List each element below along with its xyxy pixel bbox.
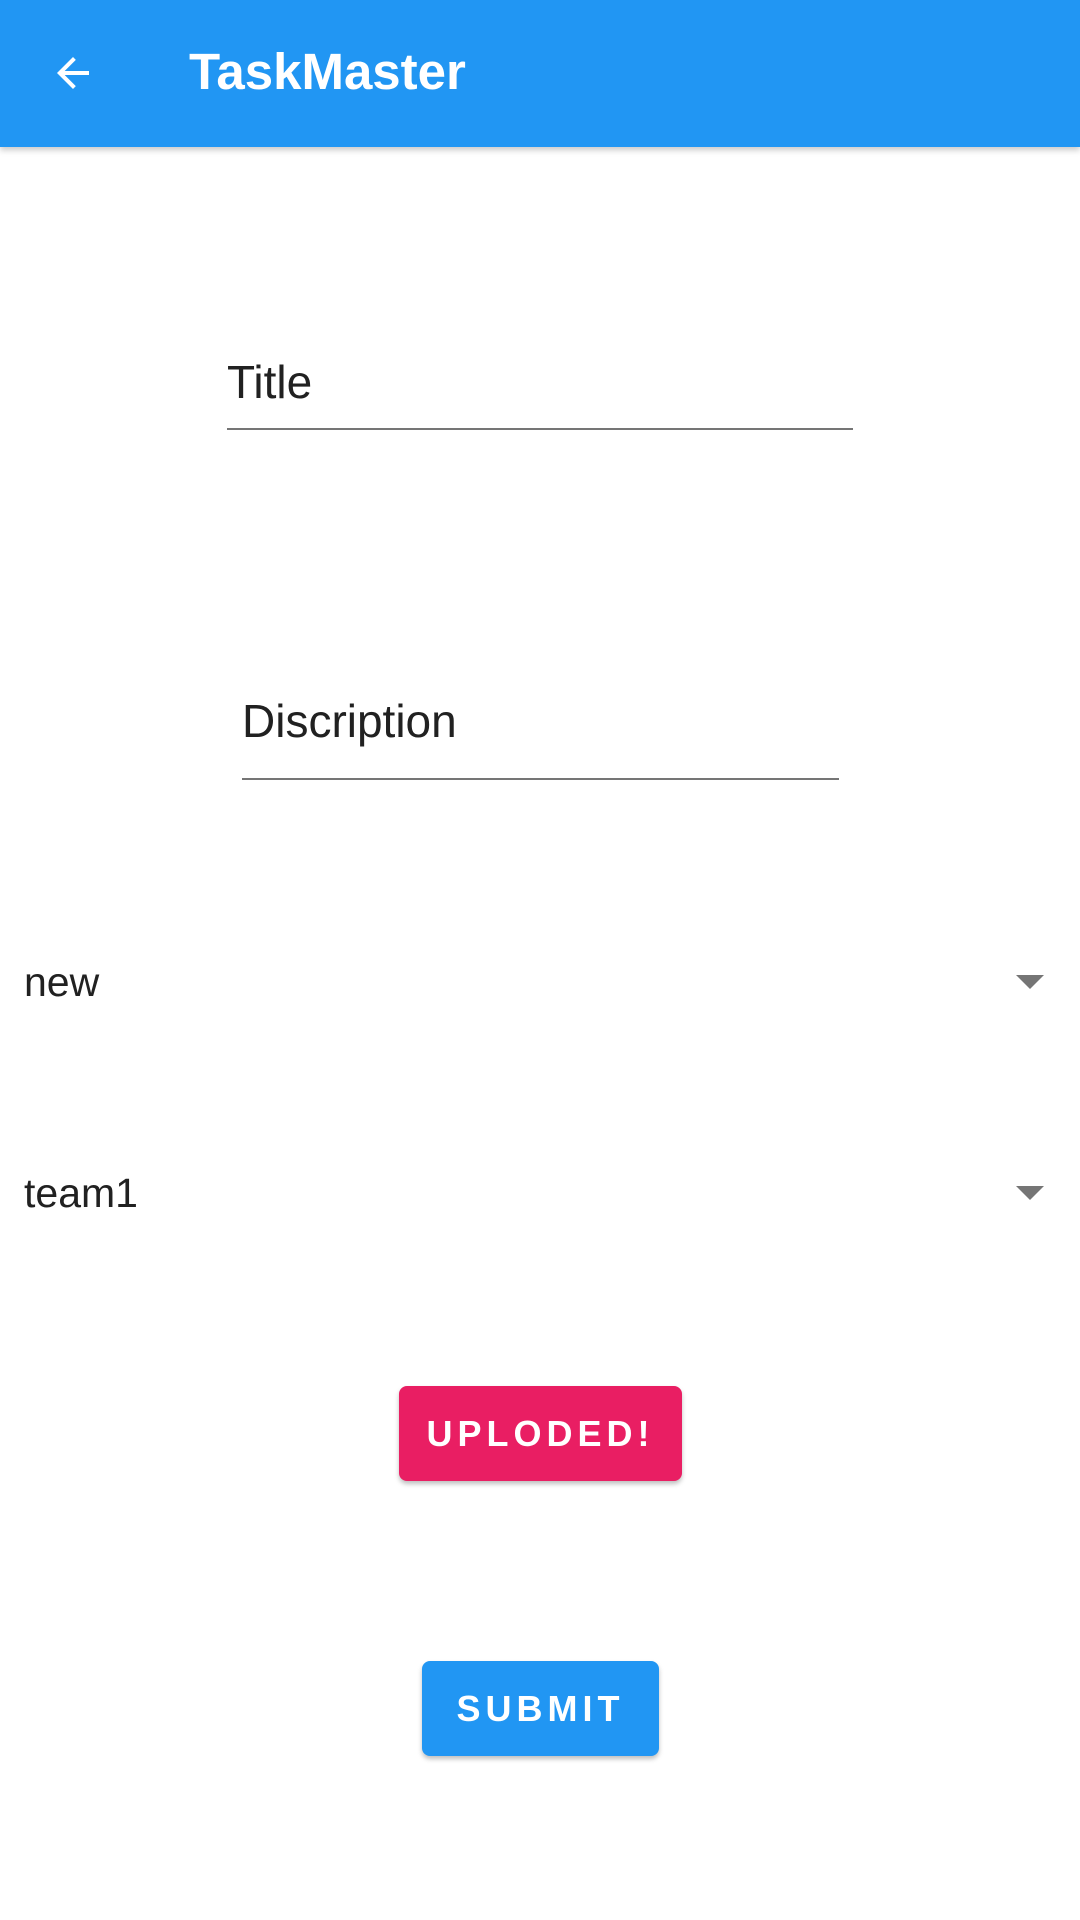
team-spinner-value: team1 (24, 1169, 138, 1216)
submit-button[interactable]: SUBMIT (422, 1661, 659, 1756)
arrow-back-icon (57, 57, 89, 89)
dropdown-arrow-icon (1016, 975, 1044, 989)
upload-button[interactable]: UPLODED! (399, 1386, 682, 1481)
team-spinner[interactable]: team1 (24, 1148, 1044, 1238)
status-spinner-value: new (24, 958, 100, 1005)
app-title: TaskMaster (189, 43, 466, 100)
description-input[interactable] (242, 664, 839, 778)
status-spinner[interactable]: new (24, 937, 1044, 1027)
description-field-container (242, 664, 839, 780)
title-input[interactable] (227, 336, 853, 428)
title-field-container (227, 336, 853, 430)
app-bar: TaskMaster (0, 0, 1080, 147)
dropdown-arrow-icon (1016, 1186, 1044, 1200)
back-button[interactable] (32, 32, 114, 114)
